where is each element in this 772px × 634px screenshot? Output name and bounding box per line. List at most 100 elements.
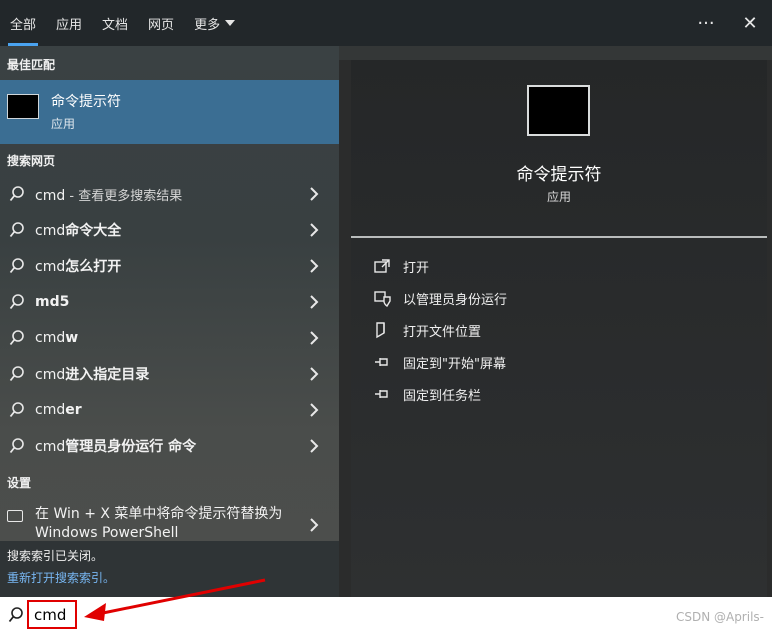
tab-all-label: 全部 [10, 17, 37, 33]
web-result-row[interactable]: cmdw [0, 320, 339, 356]
web-result-suffix: 怎么打开 [65, 259, 122, 275]
shield-icon [374, 291, 391, 307]
web-result-query: cmd [35, 259, 66, 275]
action-label: 打开 [403, 260, 430, 276]
web-result-suffix: w [65, 330, 79, 346]
search-icon [9, 402, 24, 418]
index-notice: 搜索索引已关闭。 重新打开搜索索引。 [0, 541, 339, 597]
search-input[interactable] [34, 605, 76, 624]
search-icon [9, 366, 24, 382]
reenable-index-link[interactable]: 重新打开搜索索引。 [7, 569, 115, 586]
web-result-label: md5 [35, 294, 69, 310]
chevron-down-icon [225, 20, 236, 26]
chevron-right-icon [310, 223, 319, 237]
web-result-query: cmd [35, 367, 66, 383]
search-icon [9, 258, 24, 274]
best-match-item[interactable]: 命令提示符 应用 [0, 80, 339, 144]
chevron-right-icon [310, 367, 319, 381]
action-pin-to-start[interactable]: 固定到"开始"屏幕 [373, 350, 733, 374]
search-icon [9, 330, 24, 346]
ellipsis-icon[interactable]: ··· [684, 0, 728, 46]
web-search-heading: 搜索网页 [7, 154, 56, 168]
web-result-label: cmdw [35, 330, 78, 346]
web-result-query: cmd [35, 223, 66, 239]
setting-item-label: 在 Win + X 菜单中将命令提示符替换为 Windows PowerShel… [35, 506, 283, 541]
tab-more[interactable]: 更多 [184, 0, 245, 46]
action-label: 固定到"开始"屏幕 [403, 356, 506, 372]
web-result-row[interactable]: cmd进入指定目录 [0, 356, 339, 392]
action-open[interactable]: 打开 [373, 254, 733, 278]
best-match-name: 命令提示符 [51, 94, 121, 110]
search-highlight-box [27, 600, 77, 629]
chevron-right-icon [310, 518, 319, 532]
tab-all[interactable]: 全部 [0, 0, 46, 46]
csdn-watermark: CSDN @Aprils- [675, 610, 764, 624]
web-result-label: cmder [35, 402, 82, 418]
web-result-label: cmd进入指定目录 [35, 364, 149, 384]
web-result-row[interactable]: cmd管理员身份运行 命令 [0, 428, 339, 464]
web-result-query: cmd [35, 402, 66, 418]
web-result-query: cmd [35, 187, 66, 204]
pin-icon [375, 358, 388, 366]
search-icon [9, 222, 24, 238]
chevron-right-icon [310, 331, 319, 345]
web-result-query: cmd [35, 330, 66, 346]
action-label: 固定到任务栏 [403, 388, 482, 404]
best-match-heading: 最佳匹配 [7, 58, 56, 72]
action-open-file-location[interactable]: 打开文件位置 [373, 318, 733, 342]
web-result-suffix: 进入指定目录 [65, 367, 150, 383]
web-result-row[interactable]: cmd命令大全 [0, 212, 339, 248]
web-result-row[interactable]: cmd - 查看更多搜索结果 [0, 176, 339, 212]
tab-web-label: 网页 [148, 17, 175, 33]
chevron-right-icon [310, 439, 319, 453]
tab-documents-label: 文档 [102, 17, 129, 33]
tab-apps-label: 应用 [56, 17, 83, 33]
index-off-text: 搜索索引已关闭。 [7, 549, 104, 563]
tab-more-label: 更多 [194, 17, 221, 33]
web-result-suffix: 管理员身份运行 命令 [65, 439, 197, 455]
search-icon [9, 186, 24, 202]
tab-web[interactable]: 网页 [138, 0, 184, 46]
tab-apps[interactable]: 应用 [46, 0, 92, 46]
chevron-right-icon [310, 187, 319, 201]
chevron-right-icon [310, 403, 319, 417]
web-result-label: cmd管理员身份运行 命令 [35, 436, 196, 456]
search-icon [9, 294, 24, 310]
web-result-suffix: 命令大全 [65, 223, 122, 239]
preview-pane: 命令提示符 应用 打开 以管理员身份运行 打开文件位置 固定到"开始"屏幕 固定… [339, 46, 772, 597]
results-pane: 最佳匹配 命令提示符 应用 搜索网页 cmd - 查看更多搜索结果 cmd命令大全… [0, 46, 339, 597]
preview-app-type: 应用 [546, 190, 571, 204]
preview-top-strip [339, 46, 772, 60]
settings-heading: 设置 [7, 476, 32, 490]
display-icon [7, 510, 23, 522]
action-label: 打开文件位置 [403, 324, 482, 340]
web-result-label: cmd命令大全 [35, 220, 121, 240]
web-result-query: cmd [35, 439, 66, 455]
search-icon [9, 438, 24, 454]
tab-documents[interactable]: 文档 [92, 0, 138, 46]
web-result-row[interactable]: md5 [0, 284, 339, 320]
web-result-query: md5 [35, 294, 70, 310]
web-result-row[interactable]: cmder [0, 392, 339, 428]
setting-item-powershell[interactable]: 在 Win + X 菜单中将命令提示符替换为 Windows PowerShel… [0, 504, 339, 544]
action-label: 以管理员身份运行 [403, 292, 508, 308]
file-location-icon [376, 322, 385, 339]
preview-card: 命令提示符 应用 打开 以管理员身份运行 打开文件位置 固定到"开始"屏幕 固定… [351, 60, 767, 597]
preview-app-name: 命令提示符 [516, 165, 602, 185]
terminal-icon [7, 94, 39, 119]
close-icon[interactable]: ✕ [728, 0, 772, 46]
chevron-right-icon [310, 295, 319, 309]
web-result-row[interactable]: cmd怎么打开 [0, 248, 339, 284]
pin-icon [375, 390, 388, 398]
open-icon [374, 259, 390, 273]
action-run-as-admin[interactable]: 以管理员身份运行 [373, 286, 733, 310]
tab-bar: 全部 应用 文档 网页 更多 ··· ✕ [0, 0, 772, 46]
web-result-suffix: er [65, 402, 82, 418]
action-pin-to-taskbar[interactable]: 固定到任务栏 [373, 382, 733, 406]
terminal-icon [527, 85, 590, 136]
preview-divider [351, 236, 767, 238]
search-icon [8, 607, 23, 623]
chevron-right-icon [310, 259, 319, 273]
search-bar: CSDN @Aprils- [0, 597, 772, 634]
best-match-type: 应用 [51, 117, 76, 131]
